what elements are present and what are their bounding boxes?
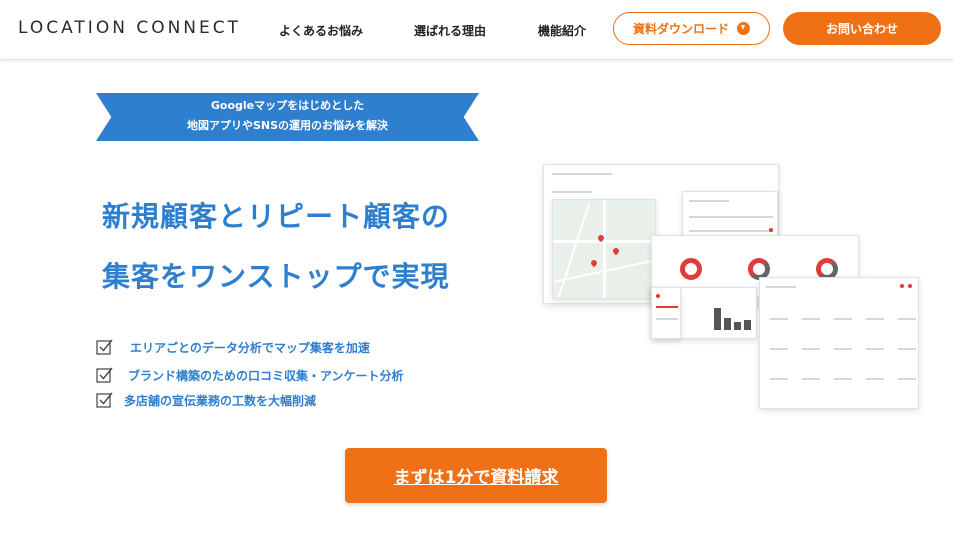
download-arrow-icon bbox=[737, 22, 750, 35]
feature-item: エリアごとのデータ分析でマップ集客を加速 bbox=[96, 337, 370, 357]
feature-text: ブランド構築のための口コミ収集・アンケート分析 bbox=[128, 368, 404, 383]
feature-item: ブランド構築のための口コミ収集・アンケート分析 bbox=[96, 365, 404, 385]
checkbox-check-icon bbox=[96, 367, 113, 383]
nav-link-reasons[interactable]: 選ばれる理由 bbox=[414, 22, 486, 39]
feature-text: 多店舗の宣伝業務の工数を大幅削減 bbox=[124, 393, 317, 408]
checkbox-check-icon bbox=[96, 339, 113, 355]
headline-line-1: 新規顧客とリピート顧客の bbox=[102, 200, 451, 233]
ribbon-line-1: Googleマップをはじめとした bbox=[210, 99, 365, 112]
dashboard-screenshot bbox=[543, 160, 923, 415]
download-button-label: 資料ダウンロード bbox=[632, 22, 729, 36]
logo[interactable]: LOCATION CONNECT bbox=[18, 18, 241, 38]
checkbox-check-icon bbox=[96, 392, 113, 408]
nav-link-features[interactable]: 機能紹介 bbox=[538, 22, 586, 39]
map-thumbnail bbox=[552, 199, 656, 299]
sidebar-thumbnail bbox=[651, 287, 681, 339]
headline-line-2: 集客をワンストップで実現 bbox=[102, 260, 450, 293]
nav-link-faq[interactable]: よくあるお悩み bbox=[279, 22, 363, 39]
calendar-thumbnail bbox=[759, 277, 919, 409]
download-button[interactable]: 資料ダウンロード bbox=[613, 12, 770, 45]
request-document-button[interactable]: まずは1分で資料請求 bbox=[345, 448, 607, 503]
ribbon-line-2: 地図アプリやSNSの運用のお悩みを解決 bbox=[186, 119, 389, 132]
hero-ribbon: Googleマップをはじめとした 地図アプリやSNSの運用のお悩みを解決 bbox=[96, 93, 479, 141]
feature-item: 多店舗の宣伝業務の工数を大幅削減 bbox=[96, 390, 316, 410]
feature-text: エリアごとのデータ分析でマップ集客を加速 bbox=[130, 340, 370, 355]
contact-button[interactable]: お問い合わせ bbox=[783, 12, 941, 45]
site-header: LOCATION CONNECT よくあるお悩み 選ばれる理由 機能紹介 資料ダ… bbox=[0, 0, 953, 60]
